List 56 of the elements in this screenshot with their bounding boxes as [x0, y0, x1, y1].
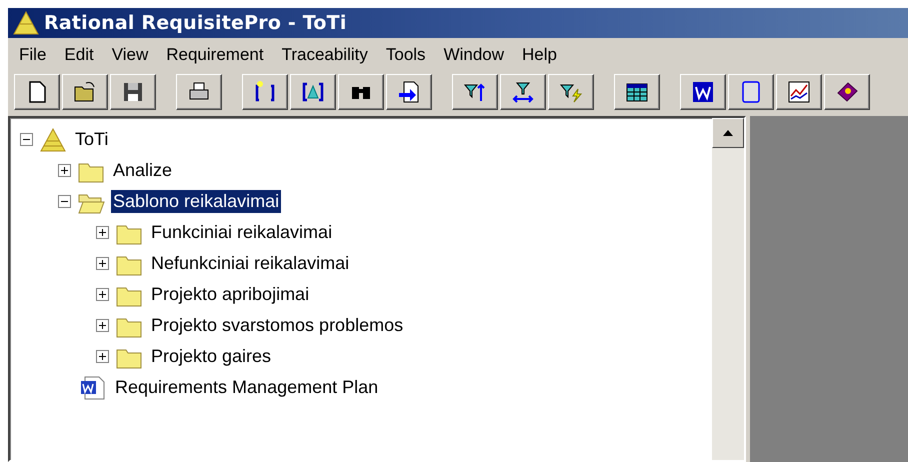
plus-icon — [98, 321, 107, 330]
toolbar-button[interactable] — [386, 74, 432, 110]
tree-item-label[interactable]: Analize — [111, 159, 174, 182]
plus-icon — [60, 166, 69, 175]
tree-item-label[interactable]: ToTi — [73, 128, 110, 151]
expand-button[interactable] — [96, 319, 109, 332]
menu-item[interactable]: Tools — [376, 45, 435, 65]
window-title: Rational RequisitePro - ToTi — [44, 12, 347, 34]
tree-item-label[interactable]: Projekto svarstomos problemos — [149, 314, 406, 337]
tree-item-label[interactable]: Funkciniai reikalavimai — [149, 221, 334, 244]
menu-item[interactable]: Traceability — [272, 45, 377, 65]
expand-button[interactable] — [96, 288, 109, 301]
toolbar-button[interactable] — [500, 74, 546, 110]
tree-item-label[interactable]: Nefunkciniai reikalavimai — [149, 252, 352, 275]
toolbar-button[interactable] — [338, 74, 384, 110]
toolbar-button[interactable] — [548, 74, 594, 110]
toolbar-button[interactable] — [728, 74, 774, 110]
toolbar-button[interactable] — [614, 74, 660, 110]
toolbar-button[interactable] — [290, 74, 336, 110]
toolbar-button[interactable] — [176, 74, 222, 110]
line-chart-icon — [786, 79, 812, 105]
toolbar-button[interactable] — [776, 74, 822, 110]
toolbar-button[interactable] — [680, 74, 726, 110]
word-document-icon — [690, 79, 716, 105]
toolbar-button[interactable] — [110, 74, 156, 110]
expand-button[interactable] — [58, 164, 71, 177]
plus-icon — [98, 352, 107, 361]
menu-item[interactable]: Help — [513, 45, 566, 65]
pyramid-icon — [12, 10, 40, 36]
expand-button[interactable] — [96, 226, 109, 239]
scroll-up-button[interactable] — [712, 118, 744, 148]
toolbar-button[interactable] — [62, 74, 108, 110]
tree-item-label[interactable]: Requirements Management Plan — [113, 376, 380, 399]
tree-item-label[interactable]: Projekto gaires — [149, 345, 274, 368]
collapse-button[interactable] — [20, 133, 33, 146]
plus-icon — [98, 259, 107, 268]
toolbar-button[interactable] — [242, 74, 288, 110]
expand-button[interactable] — [96, 350, 109, 363]
menu-item[interactable]: File — [10, 45, 56, 65]
word-document-icon — [79, 374, 107, 400]
scrollbar[interactable] — [712, 118, 744, 460]
toolbar-button[interactable] — [452, 74, 498, 110]
menu-item[interactable]: Requirement — [157, 45, 273, 65]
up-arrow-icon — [723, 130, 733, 136]
pyramid-icon — [39, 126, 67, 152]
menu-item[interactable]: View — [102, 45, 158, 65]
toolbar-button[interactable] — [14, 74, 60, 110]
plus-icon — [98, 290, 107, 299]
menu-item[interactable]: Edit — [55, 45, 103, 65]
menu-item[interactable]: Window — [434, 45, 514, 65]
tree-item-label[interactable]: Projekto apribojimai — [149, 283, 312, 306]
expand-button[interactable] — [96, 257, 109, 270]
plus-icon — [98, 228, 107, 237]
toolbar-button[interactable] — [824, 74, 870, 110]
tree-item-label[interactable]: Sablono reikalavimai — [111, 190, 282, 213]
collapse-button[interactable] — [58, 195, 71, 208]
